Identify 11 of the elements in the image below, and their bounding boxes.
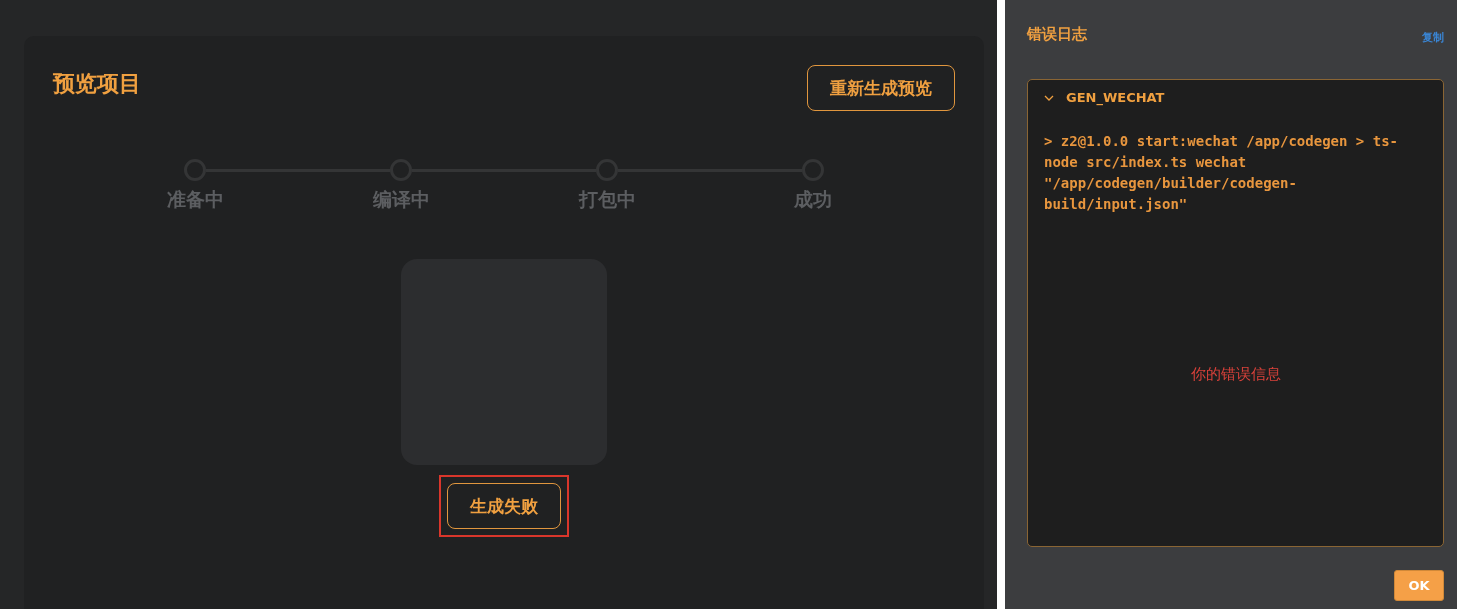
- step-label: 成功: [794, 187, 832, 212]
- panel-title: 错误日志: [1027, 25, 1087, 44]
- build-status-button[interactable]: 生成失败: [447, 483, 561, 529]
- page-title: 预览项目: [53, 70, 141, 98]
- step-label: 编译中: [372, 187, 430, 212]
- error-message: 你的错误信息: [1190, 365, 1281, 384]
- step-label: 准备中: [166, 187, 224, 212]
- log-section-header[interactable]: GEN_WECHAT: [1044, 90, 1427, 105]
- regenerate-preview-button[interactable]: 重新生成预览: [807, 65, 955, 111]
- step-label: 打包中: [578, 187, 636, 212]
- log-output: > z2@1.0.0 start:wechat /app/codegen > ts-node src/index.ts wechat "/app/codegen/builder/codegen-build/input.json": [1044, 132, 1399, 214]
